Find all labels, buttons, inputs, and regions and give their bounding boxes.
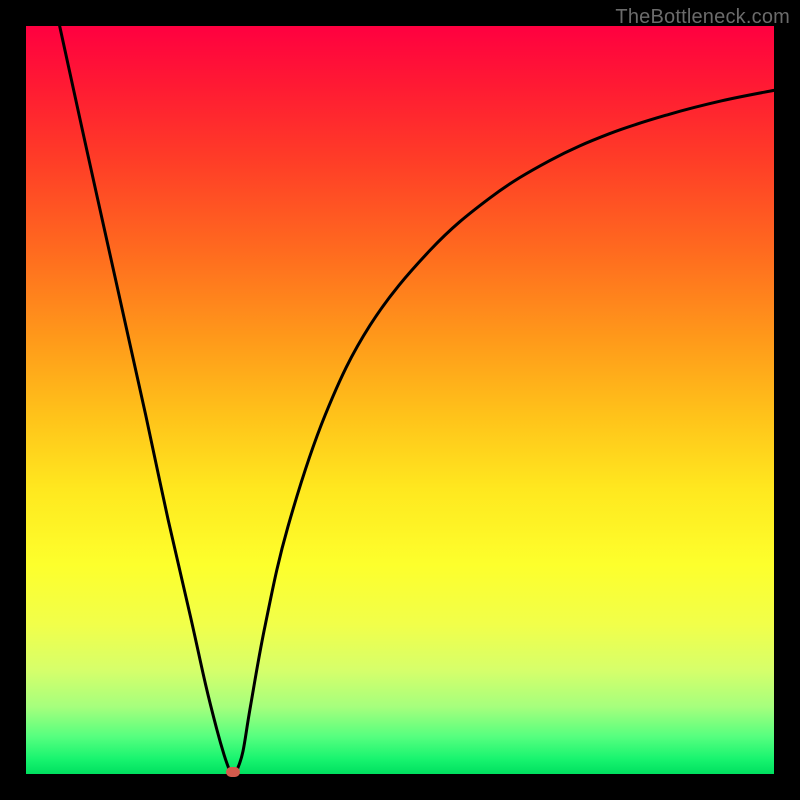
minimum-marker bbox=[226, 767, 240, 777]
watermark-text: TheBottleneck.com bbox=[615, 6, 790, 29]
plot-area bbox=[26, 26, 774, 774]
curve-layer bbox=[26, 26, 774, 774]
curve-right bbox=[237, 90, 774, 770]
chart-frame: TheBottleneck.com bbox=[0, 0, 800, 800]
curve-left bbox=[60, 26, 230, 770]
